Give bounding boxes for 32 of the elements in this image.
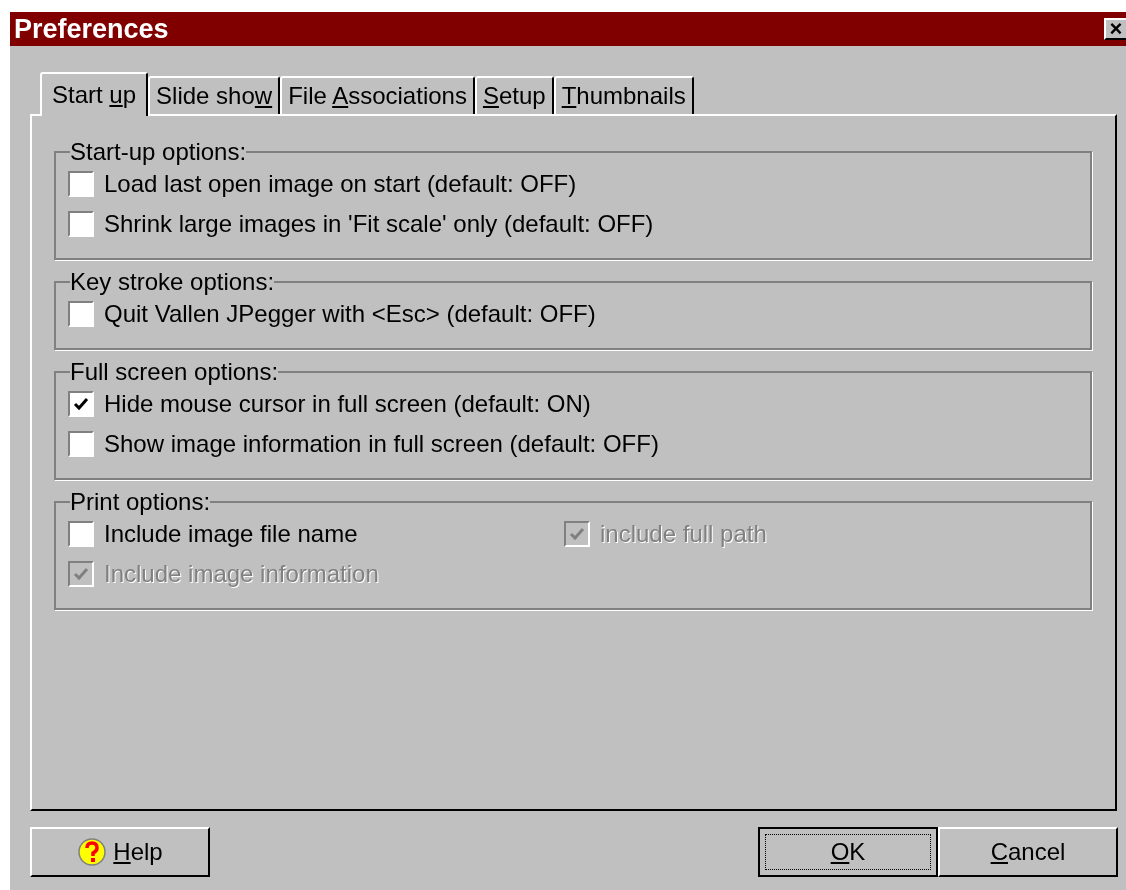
- check-icon: [73, 397, 89, 411]
- close-button[interactable]: ×: [1104, 18, 1126, 40]
- checkbox[interactable]: [68, 301, 94, 327]
- check-icon: [569, 527, 585, 541]
- group-title: Key stroke options:: [70, 270, 275, 294]
- checkbox[interactable]: [68, 171, 94, 197]
- tab[interactable]: Thumbnails: [553, 76, 694, 114]
- checkbox-label: Show image information in full screen (default: OFF): [104, 429, 659, 459]
- checkbox-label: Include image information: [104, 559, 379, 589]
- dialog-button[interactable]: Cancel: [938, 827, 1118, 877]
- window-title: Preferences: [14, 12, 169, 46]
- checkbox-label: Load last open image on start (default: OFF): [104, 169, 577, 199]
- tab[interactable]: Slide show: [148, 76, 281, 114]
- group-title: Full screen options:: [70, 360, 279, 384]
- help-button[interactable]: Help: [30, 827, 210, 877]
- check-icon: [73, 567, 89, 581]
- tab[interactable]: Setup: [474, 76, 554, 114]
- group-title: Start-up options:: [70, 140, 247, 164]
- checkbox[interactable]: [68, 211, 94, 237]
- tab[interactable]: File Associations: [280, 76, 475, 114]
- checkbox[interactable]: [68, 521, 94, 547]
- dialog-button[interactable]: OK: [758, 827, 938, 877]
- question-icon: [77, 837, 108, 867]
- checkbox-label: Shrink large images in 'Fit scale' only (default: OFF): [104, 209, 654, 239]
- checkbox-label: Quit Vallen JPegger with <Esc> (default: OFF): [104, 299, 596, 329]
- checkbox[interactable]: [68, 431, 94, 457]
- checkbox-label: Include image file name: [104, 519, 358, 549]
- checkbox-label: include full path: [600, 519, 767, 549]
- tab[interactable]: Start up: [40, 72, 149, 116]
- checkbox[interactable]: [68, 391, 94, 417]
- group-title: Print options:: [70, 490, 211, 514]
- checkbox-label: Hide mouse cursor in full screen (default: ON): [104, 389, 591, 419]
